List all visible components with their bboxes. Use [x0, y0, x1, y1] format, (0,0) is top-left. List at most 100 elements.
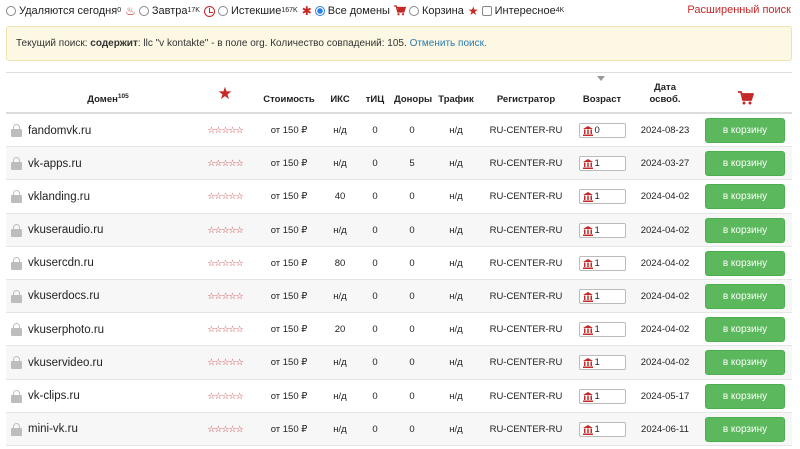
rating-stars[interactable]: ☆☆☆☆☆	[200, 280, 250, 313]
add-to-cart-cell: в корзину	[704, 180, 786, 213]
filter-radio[interactable]	[6, 6, 16, 16]
age-badge[interactable]: 1	[578, 388, 626, 404]
add-to-cart-button[interactable]: в корзину	[705, 317, 785, 343]
star-outline-icon[interactable]: ☆☆☆☆☆	[207, 324, 243, 335]
rating-stars[interactable]: ☆☆☆☆☆	[200, 413, 250, 446]
domain-name[interactable]: vk-apps.ru	[28, 147, 188, 180]
col-date-header[interactable]: Дата освоб.	[634, 82, 696, 106]
age-badge[interactable]: 1	[578, 355, 626, 371]
col-donors-header[interactable]: Доноры	[394, 94, 432, 106]
star-icon[interactable]: ★	[200, 85, 250, 102]
advanced-search-link[interactable]: Расширенный поиск	[687, 4, 791, 16]
rating-stars[interactable]: ☆☆☆☆☆	[200, 380, 250, 413]
filter-item-1[interactable]: ♨ Завтра 17K	[125, 5, 200, 17]
rating-stars[interactable]: ☆☆☆☆☆	[200, 147, 250, 180]
lock-icon	[11, 356, 22, 370]
col-registrar-header[interactable]: Регистратор	[478, 94, 574, 106]
fire-icon: ♨	[125, 4, 136, 18]
star-outline-icon[interactable]: ☆☆☆☆☆	[207, 424, 243, 435]
add-to-cart-button[interactable]: в корзину	[705, 283, 785, 309]
add-to-cart-button[interactable]: в корзину	[705, 184, 785, 210]
bank-icon	[582, 126, 593, 136]
rating-stars[interactable]: ☆☆☆☆☆	[200, 313, 250, 346]
filter-item-0[interactable]: Удаляются сегодня 0	[6, 5, 121, 17]
age-badge[interactable]: 1	[578, 222, 626, 238]
lock-cell	[11, 313, 23, 346]
filter-radio[interactable]	[314, 6, 325, 16]
add-to-cart-button[interactable]: в корзину	[705, 118, 785, 143]
age-badge[interactable]: 0	[578, 123, 626, 138]
filter-item-3[interactable]: ✱ Все домены	[302, 5, 390, 17]
table-row: vklanding.ru ☆☆☆☆☆ от 150 ₽ 40 0 0 н/д RU-CENTE…	[6, 180, 792, 214]
registrar-cell: RU-CENTER-RU	[489, 357, 563, 369]
age-cell: 1	[576, 214, 628, 247]
star-outline-icon[interactable]: ☆☆☆☆☆	[207, 291, 243, 302]
iks-cell: н/д	[333, 357, 347, 369]
table-header: Домен105 ★ Стоимость ИКС тИЦ Доноры Траф…	[6, 73, 792, 114]
filter-radio[interactable]	[138, 6, 149, 16]
filter-item-5[interactable]: ★ Интересное 4K	[468, 5, 564, 17]
domain-name[interactable]: vkuserdocs.ru	[28, 280, 188, 313]
registrar-cell: RU-CENTER-RU	[489, 257, 563, 269]
star-outline-icon[interactable]: ☆☆☆☆☆	[207, 225, 243, 236]
cart-icon	[393, 4, 407, 18]
add-to-cart-button[interactable]: в корзину	[705, 217, 785, 243]
rating-stars[interactable]: ☆☆☆☆☆	[200, 346, 250, 379]
add-to-cart-cell: в корзину	[704, 280, 786, 313]
donors-cell: 0	[409, 423, 415, 435]
col-iks-header[interactable]: ИКС	[322, 94, 358, 106]
rating-stars[interactable]: ☆☆☆☆☆	[200, 247, 250, 280]
col-cost-header[interactable]: Стоимость	[258, 94, 320, 106]
filter-item-2[interactable]: Истекшие 167K	[203, 5, 298, 17]
age-badge[interactable]: 1	[578, 189, 626, 205]
age-cell: 1	[576, 247, 628, 280]
add-to-cart-button[interactable]: в корзину	[705, 350, 785, 376]
domain-name[interactable]: vkuservideo.ru	[28, 346, 188, 379]
star-outline-icon[interactable]: ☆☆☆☆☆	[207, 357, 243, 368]
star-outline-icon[interactable]: ☆☆☆☆☆	[207, 191, 243, 202]
filter-radio[interactable]	[408, 6, 419, 16]
table-row: vkuserphoto.ru ☆☆☆☆☆ от 150 ₽ 20 0 0 н/д RU-CEN…	[6, 313, 792, 347]
add-to-cart-cell: в корзину	[704, 313, 786, 346]
age-cell: 1	[576, 313, 628, 346]
domain-name[interactable]: vk-clips.ru	[28, 380, 188, 413]
age-badge[interactable]: 1	[578, 322, 626, 338]
traffic-cell: н/д	[449, 158, 463, 170]
star-outline-icon[interactable]: ☆☆☆☆☆	[207, 125, 243, 136]
domain-name[interactable]: vkuserphoto.ru	[28, 313, 188, 346]
col-age-header[interactable]: Возраст	[576, 94, 628, 106]
add-to-cart-button[interactable]: в корзину	[705, 416, 785, 442]
age-badge[interactable]: 1	[578, 421, 626, 437]
rating-stars[interactable]: ☆☆☆☆☆	[200, 214, 250, 247]
age-badge[interactable]: 1	[578, 156, 626, 172]
rating-stars[interactable]: ☆☆☆☆☆	[200, 114, 250, 147]
registrar-cell: RU-CENTER-RU	[489, 290, 563, 302]
col-traffic-header[interactable]: Трафик	[436, 94, 476, 106]
filter-radio[interactable]	[217, 6, 228, 16]
domain-name[interactable]: vklanding.ru	[28, 180, 188, 213]
star-outline-icon[interactable]: ☆☆☆☆☆	[207, 158, 243, 169]
add-to-cart-button[interactable]: в корзину	[705, 383, 785, 409]
rating-stars[interactable]: ☆☆☆☆☆	[200, 180, 250, 213]
age-badge[interactable]: 1	[578, 288, 626, 304]
domain-name[interactable]: vkusercdn.ru	[28, 247, 188, 280]
lock-icon	[11, 389, 22, 403]
filter-checkbox[interactable]	[481, 6, 492, 16]
filter-item-4[interactable]: Корзина	[393, 4, 464, 18]
domain-name[interactable]: mini-vk.ru	[28, 413, 188, 446]
domain-name[interactable]: vkuseraudio.ru	[28, 214, 188, 247]
iks-cell: н/д	[333, 125, 347, 136]
age-cell: 1	[576, 413, 628, 446]
age-badge[interactable]: 1	[578, 255, 626, 271]
col-tic-header[interactable]: тИЦ	[360, 94, 390, 106]
cart-icon[interactable]	[738, 91, 754, 105]
col-domain-header[interactable]: Домен105	[28, 93, 188, 106]
cancel-search-link[interactable]: Отменить поиск.	[410, 38, 487, 49]
star-outline-icon[interactable]: ☆☆☆☆☆	[207, 258, 243, 269]
add-to-cart-button[interactable]: в корзину	[705, 250, 785, 276]
age-value: 1	[594, 257, 600, 269]
add-to-cart-button[interactable]: в корзину	[705, 151, 785, 177]
domain-name[interactable]: fandomvk.ru	[28, 114, 188, 147]
star-outline-icon[interactable]: ☆☆☆☆☆	[207, 391, 243, 402]
traffic-cell: н/д	[449, 357, 463, 369]
